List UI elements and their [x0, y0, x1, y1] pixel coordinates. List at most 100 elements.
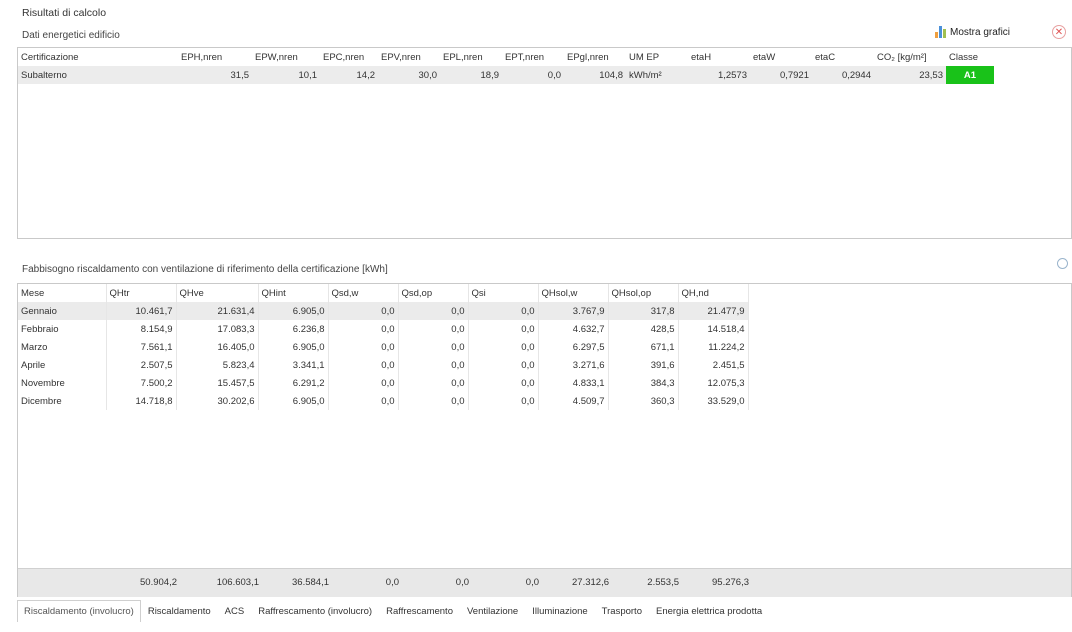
- table-cell: 30,0: [378, 66, 440, 84]
- column-header-epv-nren[interactable]: EPV,nren: [378, 48, 440, 66]
- tab-bar: Riscaldamento (involucro) Riscaldamento AC…: [17, 600, 769, 622]
- table-row[interactable]: Novembre 7.500,2 15.457,5 6.291,2 0,0 0,0 0,0 4…: [18, 374, 749, 392]
- table-cell: 428,5: [608, 320, 679, 338]
- tab-ventilazione[interactable]: Ventilazione: [460, 600, 525, 622]
- column-header-co-kg-m[interactable]: CO₂ [kg/m²]: [874, 48, 946, 66]
- table-cell: 7.500,2: [106, 374, 177, 392]
- column-header-epw-nren[interactable]: EPW,nren: [252, 48, 320, 66]
- tab-trasporto[interactable]: Trasporto: [595, 600, 649, 622]
- column-header-epl-nren[interactable]: EPL,nren: [440, 48, 502, 66]
- table-row[interactable]: Subalterno 31,5 10,1 14,2 30,0 18,9 0,0 104,8 kW…: [18, 66, 994, 84]
- refresh-icon[interactable]: [1057, 258, 1068, 269]
- column-header-etaw[interactable]: etaW: [750, 48, 812, 66]
- table-row[interactable]: Febbraio 8.154,9 17.083,3 6.236,8 0,0 0,0 0,0 4…: [18, 320, 749, 338]
- column-header-qsi[interactable]: Qsi: [468, 284, 539, 302]
- column-header-um-ep[interactable]: UM EP: [626, 48, 688, 66]
- table-cell: 104,8: [564, 66, 626, 84]
- table-cell: 0,0: [502, 66, 564, 84]
- totals-row: 50.904,2 106.603,1 36.584,1 0,0 0,0 0,0 …: [18, 568, 1071, 597]
- tab-illuminazione[interactable]: Illuminazione: [525, 600, 594, 622]
- section-title: Risultati di calcolo: [22, 7, 107, 19]
- table-cell: 10,1: [252, 66, 320, 84]
- table-cell: 3.341,1: [258, 356, 329, 374]
- table-cell: 31,5: [178, 66, 252, 84]
- table-cell: Aprile: [18, 356, 107, 374]
- heating-requirement-panel: Mese QHtr QHve QHint Qsd,w Qsd,op Qsi QHsol,w QH…: [17, 283, 1072, 597]
- table-cell: 21.477,9: [678, 302, 749, 320]
- table-cell: 3.767,9: [538, 302, 609, 320]
- column-header-mese[interactable]: Mese: [18, 284, 107, 302]
- table-cell: 21.631,4: [176, 302, 259, 320]
- table-row[interactable]: Aprile 2.507,5 5.823,4 3.341,1 0,0 0,0 0,0 3.27…: [18, 356, 749, 374]
- column-header-eph-nren[interactable]: EPH,nren: [178, 48, 252, 66]
- column-header-etac[interactable]: etaC: [812, 48, 874, 66]
- table-cell: 4.632,7: [538, 320, 609, 338]
- column-header-certificazione[interactable]: Certificazione: [18, 48, 178, 66]
- table-cell: 0,0: [328, 320, 399, 338]
- tab-raffrescamento-involucro[interactable]: Raffrescamento (involucro): [251, 600, 379, 622]
- table-cell: 0,0: [398, 302, 469, 320]
- column-header-qhsol-op[interactable]: QHsol,op: [608, 284, 679, 302]
- column-header-qhtr[interactable]: QHtr: [106, 284, 177, 302]
- column-header-classe[interactable]: Classe: [946, 48, 994, 66]
- table-cell: 0,0: [468, 320, 539, 338]
- close-icon[interactable]: ✕: [1052, 25, 1066, 39]
- table-cell: 0,0: [328, 302, 399, 320]
- total-qhint: 36.584,1: [292, 577, 329, 588]
- table-cell: 14.718,8: [106, 392, 177, 410]
- tab-raffrescamento[interactable]: Raffrescamento: [379, 600, 460, 622]
- tab-riscaldamento[interactable]: Riscaldamento: [141, 600, 218, 622]
- table-cell: Dicembre: [18, 392, 107, 410]
- column-header-epc-nren[interactable]: EPC,nren: [320, 48, 378, 66]
- table-cell: 7.561,1: [106, 338, 177, 356]
- table-cell: 6.905,0: [258, 302, 329, 320]
- column-header-qsd-w[interactable]: Qsd,w: [328, 284, 399, 302]
- table-cell: 0,0: [328, 356, 399, 374]
- tab-acs[interactable]: ACS: [218, 600, 252, 622]
- table-cell: 14.518,4: [678, 320, 749, 338]
- total-qhnd: 95.276,3: [712, 577, 749, 588]
- table-cell: 391,6: [608, 356, 679, 374]
- table-cell: 0,0: [398, 392, 469, 410]
- table-cell: 0,0: [468, 302, 539, 320]
- table-cell: 0,0: [398, 338, 469, 356]
- column-header-ept-nren[interactable]: EPT,nren: [502, 48, 564, 66]
- table-row[interactable]: Dicembre 14.718,8 30.202,6 6.905,0 0,0 0,0 0,0…: [18, 392, 749, 410]
- energy-data-table: Certificazione EPH,nren EPW,nren EPC,nren EP…: [18, 48, 994, 84]
- column-header-qhve[interactable]: QHve: [176, 284, 259, 302]
- table-cell: 17.083,3: [176, 320, 259, 338]
- energy-class-badge: A1: [946, 66, 994, 84]
- table-cell: 0,0: [398, 374, 469, 392]
- table-cell: kWh/m²: [626, 66, 688, 84]
- column-header-qhint[interactable]: QHint: [258, 284, 329, 302]
- column-header-qh-nd[interactable]: QH,nd: [678, 284, 749, 302]
- table-cell: 0,0: [468, 338, 539, 356]
- table-row[interactable]: Marzo 7.561,1 16.405,0 6.905,0 0,0 0,0 0,0 6.29…: [18, 338, 749, 356]
- total-qhtr: 50.904,2: [140, 577, 177, 588]
- column-header-epgl-nren[interactable]: EPgl,nren: [564, 48, 626, 66]
- table-cell: 16.405,0: [176, 338, 259, 356]
- total-qhsolw: 27.312,6: [572, 577, 609, 588]
- table-cell: 360,3: [608, 392, 679, 410]
- table-cell: 8.154,9: [106, 320, 177, 338]
- table-cell: 2.507,5: [106, 356, 177, 374]
- table-cell: 12.075,3: [678, 374, 749, 392]
- column-header-qhsol-w[interactable]: QHsol,w: [538, 284, 609, 302]
- total-qhsolop: 2.553,5: [647, 577, 679, 588]
- column-header-etah[interactable]: etaH: [688, 48, 750, 66]
- table-cell: Febbraio: [18, 320, 107, 338]
- table-cell: Subalterno: [18, 66, 178, 84]
- tab-energia-elettrica-prodotta[interactable]: Energia elettrica prodotta: [649, 600, 769, 622]
- table-cell: Marzo: [18, 338, 107, 356]
- tab-riscaldamento-involucro[interactable]: Riscaldamento (involucro): [17, 600, 141, 622]
- table-cell: 0,0: [468, 374, 539, 392]
- show-charts-button[interactable]: Mostra grafici: [935, 26, 1010, 38]
- heating-requirement-table: Mese QHtr QHve QHint Qsd,w Qsd,op Qsi QHsol,w QH…: [18, 284, 749, 410]
- table-row[interactable]: Gennaio 10.461,7 21.631,4 6.905,0 0,0 0,0 0,0 3…: [18, 302, 749, 320]
- table-cell: 18,9: [440, 66, 502, 84]
- table-cell: 14,2: [320, 66, 378, 84]
- table-cell: 0,0: [398, 320, 469, 338]
- table-cell: 0,2944: [812, 66, 874, 84]
- table-cell: 4.833,1: [538, 374, 609, 392]
- column-header-qsd-op[interactable]: Qsd,op: [398, 284, 469, 302]
